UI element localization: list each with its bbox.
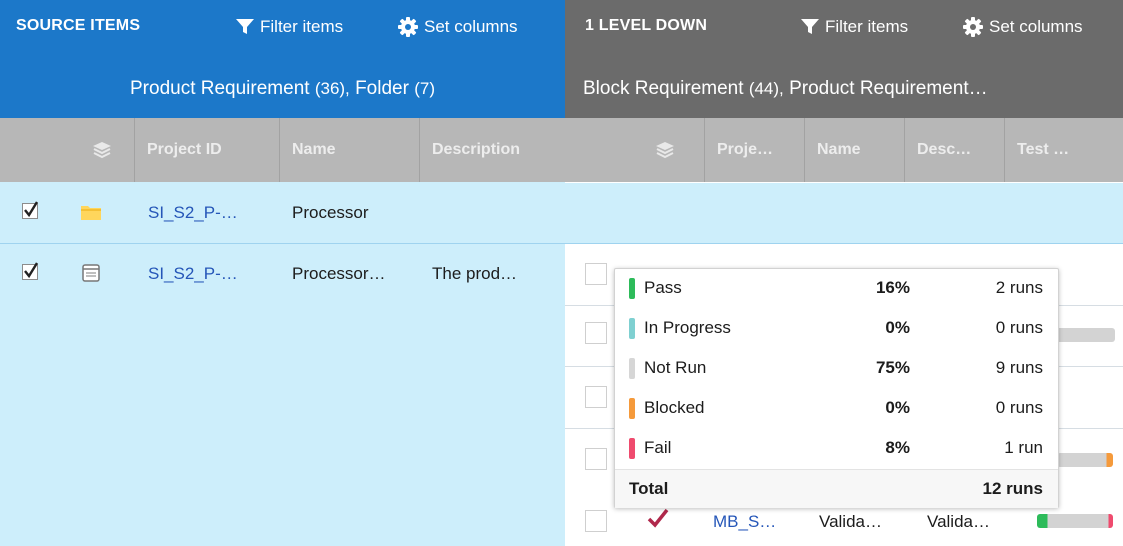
filter-items-label: Filter items <box>825 17 909 36</box>
status-percent: 0% <box>885 398 910 417</box>
select-column-header <box>565 118 625 182</box>
source-items-panel: SOURCE ITEMS Filter items Set columns Pr… <box>0 0 565 546</box>
select-column-header <box>0 118 70 182</box>
test-status-row: In Progress 0% 0 runs <box>615 309 1058 349</box>
test-status-row: Fail 8% 1 run <box>615 429 1058 469</box>
project-id-link[interactable]: MB_S… <box>713 512 776 532</box>
item-name: Processor <box>292 203 369 222</box>
test-status-row: Not Run 75% 9 runs <box>615 349 1058 389</box>
set-columns-button[interactable]: Set columns <box>398 17 518 37</box>
table-row[interactable] <box>565 183 1123 244</box>
column-header-name[interactable]: Name <box>805 118 905 182</box>
status-label: Blocked <box>644 398 705 417</box>
test-runs-total-row: Total 12 runs <box>615 469 1058 508</box>
project-id-link[interactable]: SI_S2_P-… <box>148 264 238 284</box>
status-percent: 0% <box>885 318 910 337</box>
table-row[interactable]: SI_S2_P-… Processor… The prod… <box>0 244 565 304</box>
checkmark-icon <box>24 262 39 279</box>
row-checkbox[interactable] <box>585 448 607 470</box>
column-header-test-runs[interactable]: Test … <box>1005 118 1123 182</box>
status-label: Not Run <box>644 358 707 377</box>
item-type-count: (36), <box>314 79 350 98</box>
folder-icon <box>80 203 102 226</box>
table-row[interactable]: SI_S2_P-… Processor <box>0 183 565 244</box>
status-color-swatch <box>629 278 635 299</box>
row-checkbox[interactable] <box>22 262 39 280</box>
status-percent: 8% <box>885 438 910 457</box>
column-header-project-id[interactable]: Proje… <box>705 118 805 182</box>
layers-icon <box>655 142 674 159</box>
test-runs-bar[interactable] <box>1055 328 1115 342</box>
status-percent: 75% <box>875 358 910 377</box>
status-runs: 0 runs <box>995 318 1043 337</box>
level-down-toolbar: 1 LEVEL DOWN Filter items Set columns <box>565 0 1123 60</box>
status-color-swatch <box>629 318 635 339</box>
item-type-count: (44), <box>748 79 784 98</box>
layers-icon <box>93 142 111 159</box>
status-label: In Progress <box>644 318 731 337</box>
item-description: Valida… <box>927 512 990 531</box>
test-status-row: Pass 16% 2 runs <box>615 269 1058 309</box>
status-runs: 9 runs <box>995 358 1043 377</box>
filter-icon <box>801 19 819 34</box>
filter-items-label: Filter items <box>260 17 344 36</box>
source-item-types: Product Requirement (36), Folder (7) <box>0 60 565 118</box>
item-type-folder[interactable]: Folder <box>355 78 409 99</box>
source-items-title: SOURCE ITEMS <box>16 17 141 34</box>
status-label: Pass <box>644 278 682 297</box>
column-header-description[interactable]: Desc… <box>905 118 1005 182</box>
gear-icon <box>963 17 983 37</box>
document-icon <box>82 264 100 287</box>
gear-icon <box>398 17 418 37</box>
status-color-swatch <box>629 398 635 419</box>
item-type-count: (7) <box>414 79 435 98</box>
status-runs: 0 runs <box>995 398 1043 417</box>
row-checkbox[interactable] <box>585 263 607 285</box>
source-column-header: Project ID Name Description <box>0 118 565 182</box>
test-runs-bar[interactable] <box>1057 453 1113 467</box>
set-columns-label: Set columns <box>989 17 1083 36</box>
column-header-description[interactable]: Description <box>420 118 565 182</box>
test-runs-popup: Pass 16% 2 runs In Progress 0% 0 runs No… <box>614 268 1059 508</box>
item-type-column-header[interactable] <box>70 118 135 182</box>
row-checkbox[interactable] <box>585 386 607 408</box>
item-type-product-requirement[interactable]: Product Requirement… <box>789 78 988 99</box>
set-columns-button[interactable]: Set columns <box>963 17 1083 37</box>
item-name: Valida… <box>819 512 882 531</box>
level-down-item-types: Block Requirement (44), Product Requirem… <box>565 60 1123 118</box>
level-down-column-header: Proje… Name Desc… Test … <box>565 118 1123 182</box>
row-checkbox[interactable] <box>22 201 39 219</box>
row-checkbox[interactable] <box>585 510 607 532</box>
test-runs-bar[interactable] <box>1037 514 1113 528</box>
total-label: Total <box>629 479 669 498</box>
status-percent: 16% <box>875 278 910 297</box>
total-runs: 12 runs <box>982 479 1043 498</box>
checkmark-icon <box>24 201 39 218</box>
test-status-row: Blocked 0% 0 runs <box>615 389 1058 429</box>
source-items-toolbar: SOURCE ITEMS Filter items Set columns <box>0 0 565 60</box>
verified-check-icon <box>647 508 669 528</box>
item-type-column-header[interactable] <box>625 118 705 182</box>
filter-items-button[interactable]: Filter items <box>236 17 343 37</box>
project-id-link[interactable]: SI_S2_P-… <box>148 203 238 223</box>
column-header-name[interactable]: Name <box>280 118 420 182</box>
status-label: Fail <box>644 438 672 457</box>
status-runs: 2 runs <box>995 278 1043 297</box>
status-color-swatch <box>629 358 635 379</box>
row-checkbox[interactable] <box>585 322 607 344</box>
filter-icon <box>236 19 254 34</box>
status-color-swatch <box>629 438 635 459</box>
item-name: Processor… <box>292 264 386 283</box>
item-type-product-requirement[interactable]: Product Requirement <box>130 78 310 99</box>
column-header-project-id[interactable]: Project ID <box>135 118 280 182</box>
filter-items-button[interactable]: Filter items <box>801 17 908 37</box>
item-description: The prod… <box>432 264 518 283</box>
status-runs: 1 run <box>1004 438 1043 457</box>
item-type-block-requirement[interactable]: Block Requirement <box>583 78 744 99</box>
level-down-title: 1 LEVEL DOWN <box>585 17 708 34</box>
set-columns-label: Set columns <box>424 17 518 36</box>
